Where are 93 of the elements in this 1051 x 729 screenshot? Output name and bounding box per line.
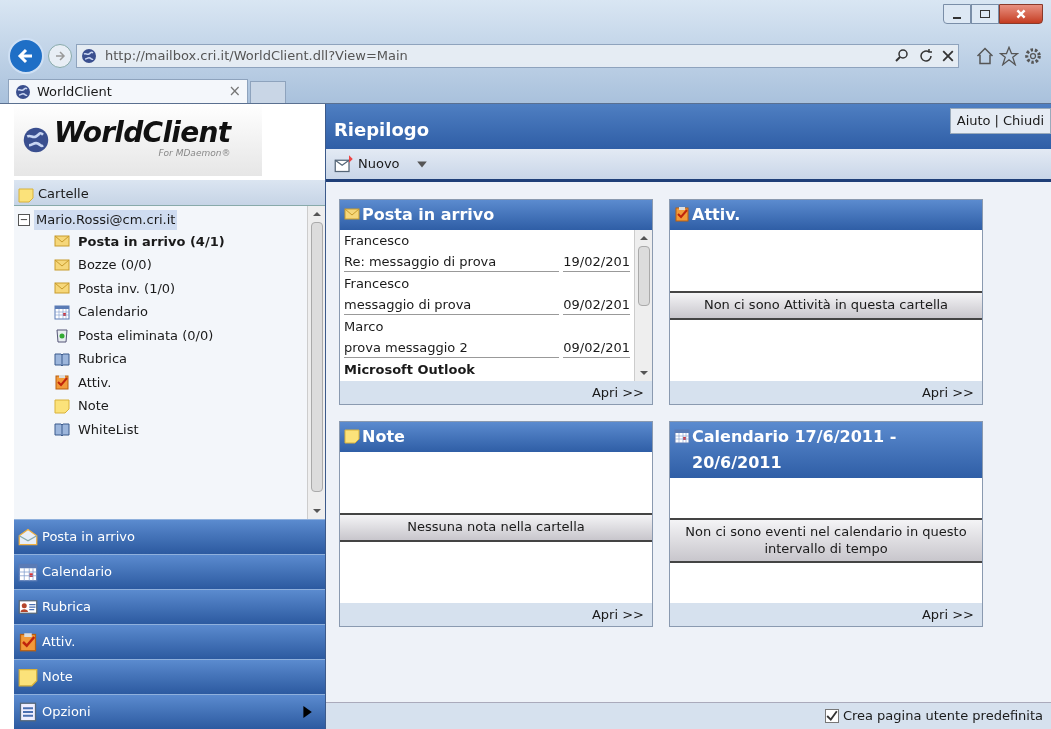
globe-icon: [22, 126, 50, 154]
maximize-button[interactable]: [971, 4, 999, 24]
sender-text[interactable]: Marco: [344, 316, 630, 337]
envelope-icon: [54, 256, 70, 273]
clipboard-check-icon: [18, 632, 38, 652]
minimize-button[interactable]: [943, 4, 971, 24]
card-header: Attiv.: [670, 200, 982, 230]
search-icon[interactable]: [894, 48, 910, 64]
browser-tab[interactable]: WorldClient ×: [8, 79, 248, 103]
folder-item[interactable]: Calendario: [18, 300, 307, 324]
date-text: 19/02/201: [563, 251, 630, 273]
new-button[interactable]: Nuovo: [334, 154, 428, 174]
nav-button[interactable]: Posta in arrivo: [14, 519, 325, 554]
date-text: 09/02/201: [563, 294, 630, 316]
nav-button[interactable]: Note: [14, 659, 325, 694]
folder-item[interactable]: Rubrica: [18, 347, 307, 371]
envelope-icon: [344, 206, 360, 222]
arrow-right-icon: [54, 50, 66, 62]
clipboard-check-icon: [54, 374, 70, 391]
nav-button[interactable]: Attiv.: [14, 624, 325, 659]
new-message-icon: [334, 154, 354, 174]
account-item[interactable]: Mario.Rossi@cm.cri.it: [34, 210, 178, 230]
link-separator: |: [994, 112, 999, 130]
help-link[interactable]: Aiuto: [956, 111, 991, 131]
book-icon: [54, 350, 70, 367]
folder-item[interactable]: Posta in arrivo (4/1): [18, 229, 307, 253]
folder-item[interactable]: Note: [18, 394, 307, 418]
close-icon: [1015, 8, 1027, 20]
clipboard-check-icon: [674, 206, 690, 222]
tab-close-button[interactable]: ×: [228, 80, 241, 103]
tab-title: WorldClient: [37, 82, 113, 101]
subject-text[interactable]: prova messaggio 2: [344, 337, 560, 359]
scroll-up-icon[interactable]: [312, 210, 321, 218]
nav-button[interactable]: Opzioni: [14, 694, 325, 729]
sender-text[interactable]: Francesco: [344, 230, 630, 251]
nav-button[interactable]: Rubrica: [14, 589, 325, 624]
book-icon: [54, 421, 70, 438]
logo-tagline: For MDaemon®: [158, 147, 231, 161]
folder-item[interactable]: Bozze (0/0): [18, 253, 307, 277]
scroll-down-icon[interactable]: [639, 369, 648, 377]
open-link[interactable]: Apri >>: [921, 382, 974, 403]
calendar-icon: [674, 428, 690, 444]
back-button[interactable]: [8, 38, 44, 74]
scrollbar[interactable]: [634, 230, 652, 381]
open-link[interactable]: Apri >>: [591, 604, 644, 625]
empty-message: Nessuna nota nella cartella: [340, 513, 652, 542]
sender-text[interactable]: Francesco: [344, 273, 630, 294]
scroll-down-icon[interactable]: [312, 507, 321, 515]
home-icon[interactable]: [975, 46, 995, 66]
folder-item[interactable]: Posta inv. (1/0): [18, 276, 307, 300]
note-icon: [18, 187, 34, 203]
stop-icon[interactable]: [942, 50, 954, 62]
subject-text[interactable]: Re: messaggio di prova: [344, 251, 560, 273]
empty-message: Non ci sono Attività in questa cartella: [670, 291, 982, 320]
folder-item[interactable]: Posta eliminata (0/0): [18, 323, 307, 347]
close-button[interactable]: [999, 4, 1043, 24]
calendar-icon: [54, 303, 70, 320]
address-bar[interactable]: http://mailbox.cri.it/WorldClient.dll?View=Main: [76, 44, 959, 68]
nav-button[interactable]: Calendario: [14, 554, 325, 589]
sender-text[interactable]: Microsoft Outlook: [344, 359, 630, 380]
note-icon: [54, 397, 70, 414]
note-icon: [344, 428, 360, 444]
card-header: Calendario 17/6/2011 - 20/6/2011: [670, 422, 982, 478]
scrollbar[interactable]: [307, 206, 325, 519]
page-title: Riepilogo: [334, 118, 430, 142]
close-link[interactable]: Chiudi: [1002, 111, 1044, 131]
envelope-icon: [18, 527, 38, 547]
url-text: http://mailbox.cri.it/WorldClient.dll?View=Main: [105, 47, 409, 66]
contact-card-icon: [18, 597, 38, 617]
open-link[interactable]: Apri >>: [921, 604, 974, 625]
globe-icon: [81, 48, 97, 64]
default-page-checkbox[interactable]: [824, 709, 839, 723]
globe-icon: [15, 83, 31, 100]
empty-message: Non ci sono eventi nel calendario in questo intervallo di tempo: [670, 518, 982, 563]
open-link[interactable]: Apri >>: [591, 382, 644, 403]
card-header: Posta in arrivo: [340, 200, 652, 230]
envelope-icon: [54, 280, 70, 297]
date-text: 09/02/201: [563, 337, 630, 359]
calendar-icon: [18, 562, 38, 582]
folder-item[interactable]: Attiv.: [18, 370, 307, 394]
logo-text: WorldClient: [54, 119, 231, 148]
scroll-up-icon[interactable]: [639, 234, 648, 242]
trash-icon: [54, 327, 70, 344]
card-header: Note: [340, 422, 652, 452]
default-page-label: Crea pagina utente predefinita: [842, 707, 1043, 726]
refresh-icon[interactable]: [918, 48, 934, 64]
envelope-icon: [54, 233, 70, 250]
collapse-toggle[interactable]: −: [18, 213, 30, 226]
subject-text[interactable]: messaggio di prova: [344, 294, 560, 316]
note-icon: [18, 667, 38, 687]
folder-item[interactable]: WhiteList: [18, 417, 307, 441]
folders-title: Cartelle: [38, 184, 89, 203]
star-icon[interactable]: [999, 46, 1019, 66]
